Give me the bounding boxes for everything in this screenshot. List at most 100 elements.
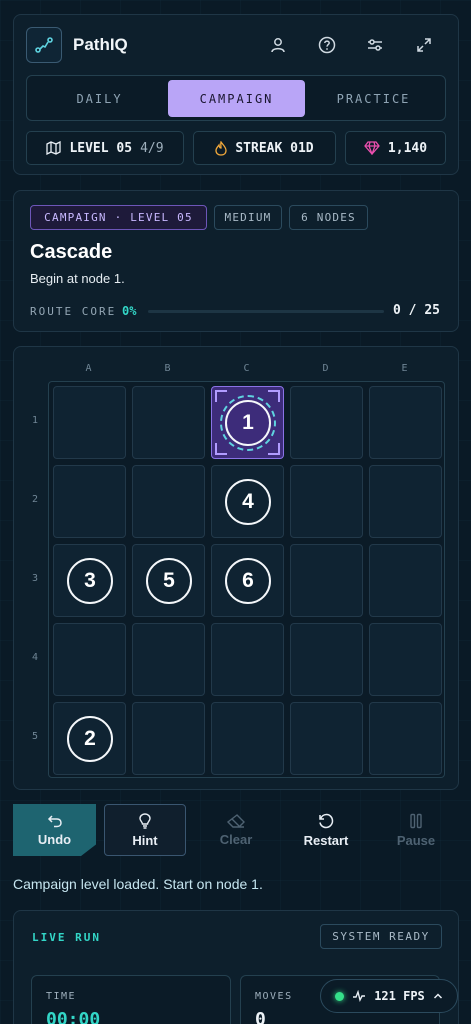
node-2[interactable]: 2 <box>67 716 113 762</box>
fps-status-dot <box>335 991 345 1001</box>
node-4[interactable]: 4 <box>225 479 271 525</box>
moves-label: MOVES <box>255 991 293 1002</box>
streak-chip: STREAK 01D <box>193 131 336 165</box>
selection-corner <box>215 443 227 455</box>
expand-icon[interactable] <box>412 33 436 57</box>
grid-cell-e4[interactable] <box>369 623 442 696</box>
flame-icon <box>215 140 228 156</box>
user-icon[interactable] <box>266 33 290 57</box>
selection-corner <box>268 443 280 455</box>
time-label: TIME <box>46 991 77 1002</box>
grid-cell-a3[interactable]: 3 <box>53 544 126 617</box>
pause-button[interactable]: Pause <box>375 804 457 856</box>
clear-label: Clear <box>219 831 253 847</box>
difficulty-tag: MEDIUM <box>214 205 282 230</box>
grid-cell-b3[interactable]: 5 <box>132 544 205 617</box>
level-description: Begin at node 1. <box>30 271 125 286</box>
undo-icon <box>47 814 62 827</box>
grid-cell-c2[interactable]: 4 <box>211 465 284 538</box>
grid-cell-e1[interactable] <box>369 386 442 459</box>
grid-cell-d2[interactable] <box>290 465 363 538</box>
chevron-up-icon <box>433 993 442 999</box>
moves-value: 0 <box>255 1009 266 1024</box>
sliders-icon[interactable] <box>363 33 387 57</box>
clear-button[interactable]: Clear <box>195 804 277 856</box>
tab-daily[interactable]: DAILY <box>31 80 168 117</box>
grid-cell-e5[interactable] <box>369 702 442 775</box>
column-label-d: D <box>322 363 329 374</box>
grid-cell-d4[interactable] <box>290 623 363 696</box>
node-5[interactable]: 5 <box>146 558 192 604</box>
tab-campaign[interactable]: CAMPAIGN <box>168 80 305 117</box>
grid-cell-c5[interactable] <box>211 702 284 775</box>
restart-button[interactable]: Restart <box>285 804 367 856</box>
gems-chip: 1,140 <box>345 131 446 165</box>
grid-cell-c1[interactable]: 1 <box>211 386 284 459</box>
level-chip-progress: 4/9 <box>140 140 164 156</box>
gem-icon <box>364 141 380 155</box>
column-label-e: E <box>401 363 408 374</box>
node-1[interactable]: 1 <box>225 400 271 446</box>
grid-cell-b5[interactable] <box>132 702 205 775</box>
row-label-2: 2 <box>32 494 39 505</box>
grid-cell-c4[interactable] <box>211 623 284 696</box>
live-run-label: LIVE RUN <box>32 931 101 944</box>
status-message: Campaign level loaded. Start on node 1. <box>13 876 263 892</box>
column-label-b: B <box>164 363 171 374</box>
route-core-percent: 0% <box>122 304 137 318</box>
grid-cell-d1[interactable] <box>290 386 363 459</box>
node-6[interactable]: 6 <box>225 558 271 604</box>
hint-button[interactable]: Hint <box>104 804 186 856</box>
system-status-badge: SYSTEM READY <box>320 924 442 949</box>
restart-icon <box>319 813 334 828</box>
nodes-tag: 6 NODES <box>289 205 368 230</box>
level-name: Cascade <box>30 241 113 263</box>
route-core-label: ROUTE CORE <box>30 305 117 318</box>
streak-label: STREAK 01D <box>235 140 314 156</box>
level-chip-label: LEVEL 05 <box>69 140 133 156</box>
undo-button[interactable]: Undo <box>13 804 96 856</box>
grid-cell-a1[interactable] <box>53 386 126 459</box>
grid-cell-b2[interactable] <box>132 465 205 538</box>
app-title: PathIQ <box>73 35 128 54</box>
mode-tabs: DAILY CAMPAIGN PRACTICE <box>26 75 446 121</box>
lightbulb-icon <box>139 812 151 829</box>
puzzle-grid: 1 4 356 2 <box>48 381 445 778</box>
level-chip: LEVEL 05 4/9 <box>26 131 184 165</box>
route-count: 0 / 25 <box>393 303 440 318</box>
level-panel: CAMPAIGN · LEVEL 05 MEDIUM 6 NODES Casca… <box>13 190 459 332</box>
row-label-4: 4 <box>32 652 39 663</box>
campaign-tag: CAMPAIGN · LEVEL 05 <box>30 205 207 230</box>
selection-corner <box>268 390 280 402</box>
restart-label: Restart <box>303 832 349 848</box>
grid-cell-e2[interactable] <box>369 465 442 538</box>
board-panel: ABCDE 12345 143562 <box>13 346 459 790</box>
grid-cell-d3[interactable] <box>290 544 363 617</box>
time-value: 00:00 <box>46 1009 101 1024</box>
column-label-a: A <box>85 363 92 374</box>
pause-icon <box>410 813 422 828</box>
hint-label: Hint <box>132 832 158 848</box>
route-progress-bar <box>148 310 384 313</box>
gems-count: 1,140 <box>387 140 428 156</box>
grid-cell-c3[interactable]: 6 <box>211 544 284 617</box>
node-3[interactable]: 3 <box>67 558 113 604</box>
grid-cell-d5[interactable] <box>290 702 363 775</box>
fps-indicator[interactable]: 121 FPS <box>320 979 458 1013</box>
grid-cell-b4[interactable] <box>132 623 205 696</box>
grid-cell-a4[interactable] <box>53 623 126 696</box>
column-label-c: C <box>243 363 250 374</box>
eraser-icon <box>227 813 245 828</box>
time-stat: TIME 00:00 <box>31 975 231 1024</box>
grid-cell-a2[interactable] <box>53 465 126 538</box>
pause-label: Pause <box>396 832 436 848</box>
grid-cell-e3[interactable] <box>369 544 442 617</box>
row-label-5: 5 <box>32 731 39 742</box>
header-panel: PathIQ DAILY CAMPAIGN PRACTICE LEVEL 05 … <box>13 14 459 175</box>
map-icon <box>46 141 62 155</box>
help-icon[interactable] <box>315 33 339 57</box>
grid-cell-a5[interactable]: 2 <box>53 702 126 775</box>
tab-practice[interactable]: PRACTICE <box>305 80 442 117</box>
grid-cell-b1[interactable] <box>132 386 205 459</box>
row-label-3: 3 <box>32 573 39 584</box>
